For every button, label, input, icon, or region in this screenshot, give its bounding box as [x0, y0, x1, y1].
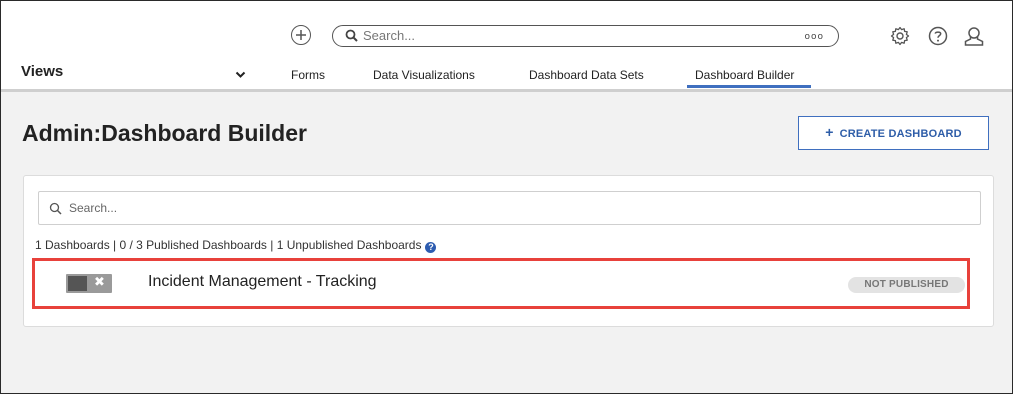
create-dashboard-label: CREATE DASHBOARD	[839, 128, 962, 140]
search-icon	[345, 29, 358, 42]
active-tab-indicator	[687, 85, 811, 88]
help-icon[interactable]	[927, 25, 949, 47]
tab-forms[interactable]: Forms	[291, 68, 325, 82]
plus-icon: +	[825, 124, 834, 140]
views-dropdown-label[interactable]: Views	[21, 63, 63, 80]
dashboard-name[interactable]: Incident Management - Tracking	[148, 273, 377, 291]
global-search[interactable]: ooo	[332, 25, 839, 47]
dashboard-summary: 1 Dashboards | 0 / 3 Published Dashboard…	[35, 238, 437, 253]
tab-dashboard-data-sets[interactable]: Dashboard Data Sets	[529, 68, 644, 82]
tab-data-visualizations[interactable]: Data Visualizations	[373, 68, 475, 82]
app-window: ooo Views Forms Data Visualizations Dash…	[0, 0, 1013, 394]
status-badge: NOT PUBLISHED	[848, 277, 965, 293]
nav-bar	[1, 61, 1012, 92]
add-circle-icon[interactable]	[291, 25, 311, 45]
help-circle-icon[interactable]: ?	[425, 242, 437, 253]
search-icon	[49, 202, 62, 215]
dashboard-search-input[interactable]	[69, 200, 949, 216]
user-icon[interactable]	[963, 25, 985, 47]
create-dashboard-button[interactable]: + CREATE DASHBOARD	[798, 116, 989, 150]
publish-toggle[interactable]: ✖	[66, 274, 112, 293]
gear-icon[interactable]	[889, 25, 911, 47]
close-icon: ✖	[94, 275, 105, 290]
toggle-knob	[68, 276, 87, 291]
page-title: Admin:Dashboard Builder	[22, 120, 307, 146]
chevron-down-icon[interactable]	[235, 71, 246, 79]
summary-text: 1 Dashboards | 0 / 3 Published Dashboard…	[35, 238, 422, 252]
tab-dashboard-builder[interactable]: Dashboard Builder	[695, 68, 794, 82]
global-search-input[interactable]	[363, 27, 783, 43]
dashboard-search[interactable]	[38, 191, 981, 225]
search-options-icon[interactable]: ooo	[804, 32, 824, 42]
top-bar: ooo	[1, 1, 1012, 63]
